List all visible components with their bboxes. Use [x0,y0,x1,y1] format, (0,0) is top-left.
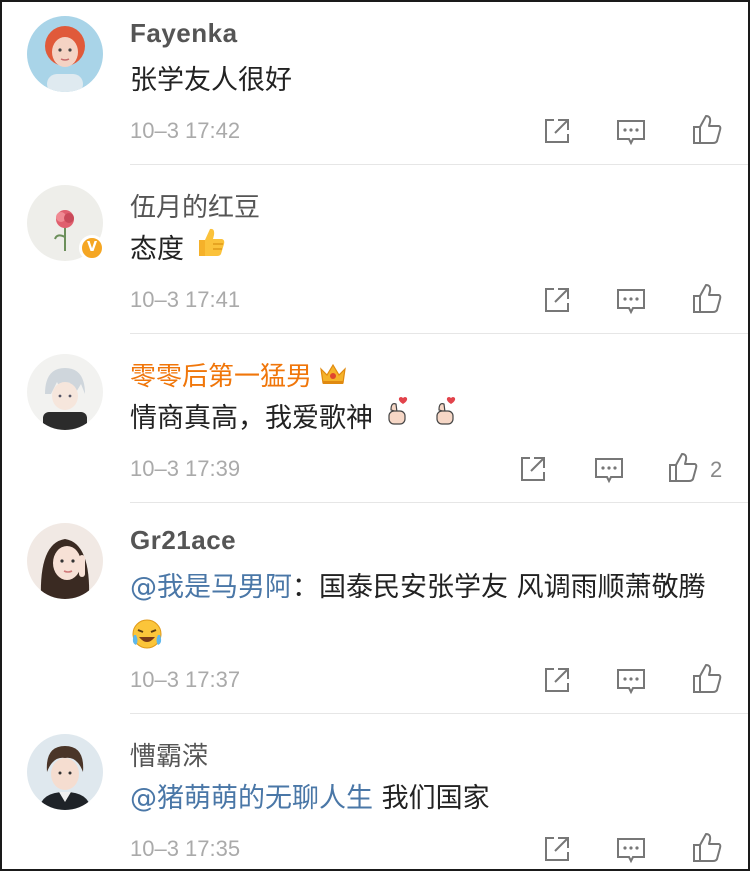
share-icon[interactable] [540,114,574,148]
comment-text: 态度 [130,223,720,278]
avatar[interactable] [27,523,103,599]
like-icon[interactable] [690,661,724,695]
comment-body: 态度 [130,234,184,265]
share-icon[interactable] [540,283,574,317]
comment-text: 张学友人很好 [130,54,720,108]
comment-icon[interactable] [592,452,626,486]
comment-body: ：国泰民安张学友 风调雨顺萧敬腾 [292,572,706,603]
mention-link[interactable]: @猪萌萌的无聊人生 [130,783,373,814]
username[interactable]: Fayenka [130,18,238,49]
like-count: 2 [710,457,723,482]
avatar[interactable] [27,734,103,810]
comment-item: Fayenka 张学友人很好 10–3 17:42 [2,2,748,165]
comment-item: V 伍月的红豆 态度 10–3 17:41 [2,165,748,334]
username[interactable]: 伍月的红豆 [130,187,260,224]
comment-text: @猪萌萌的无聊人生 我们国家 [130,772,720,826]
avatar[interactable] [27,354,103,430]
comment-item: 零零后第一猛男 情商真高，我爱歌神 10–3 17:39 2 [2,334,748,503]
comment-body: 情商真高，我爱歌神 [130,403,373,434]
username[interactable]: 零零后第一猛男 [130,356,348,394]
comment-text: 情商真高，我爱歌神 [130,392,720,447]
like-icon[interactable] [690,281,724,315]
timestamp: 10–3 17:39 [130,456,241,481]
username[interactable]: 慒霸溁 [130,736,208,773]
like-icon[interactable] [690,830,724,864]
avatar[interactable] [27,16,103,92]
comment-list: Fayenka 张学友人很好 10–3 17:42 V 伍月的红豆 态度 10–… [0,0,750,871]
crown-icon [318,361,348,394]
comment-icon[interactable] [614,663,648,697]
comment-icon[interactable] [614,114,648,148]
comment-item: 慒霸溁 @猪萌萌的无聊人生 我们国家 10–3 17:35 [2,714,748,869]
timestamp: 10–3 17:41 [130,287,241,312]
comment-body: 我们国家 [373,783,490,814]
like-icon[interactable] [690,112,724,146]
comment-item: Gr21ace @我是马男阿：国泰民安张学友 风调雨顺萧敬腾 10–3 17:3… [2,503,748,714]
share-icon[interactable] [540,832,574,866]
username-text: 零零后第一猛男 [130,362,313,392]
timestamp: 10–3 17:35 [130,836,241,861]
like-icon[interactable] [666,450,700,484]
laugh-cry-emoji [130,616,164,670]
mention-link[interactable]: @我是马男阿 [130,572,292,603]
verified-badge: V [79,235,105,261]
comment-icon[interactable] [614,832,648,866]
share-icon[interactable] [516,452,550,486]
finger-heart-emoji [382,393,412,447]
timestamp: 10–3 17:42 [130,118,241,143]
comment-icon[interactable] [614,283,648,317]
timestamp: 10–3 17:37 [130,667,241,692]
finger-heart-emoji [430,393,460,447]
username[interactable]: Gr21ace [130,525,236,556]
share-icon[interactable] [540,663,574,697]
comment-body: 张学友人很好 [130,65,292,96]
comment-text: @我是马男阿：国泰民安张学友 风调雨顺萧敬腾 [130,561,720,670]
thumbs-up-emoji [193,224,227,278]
